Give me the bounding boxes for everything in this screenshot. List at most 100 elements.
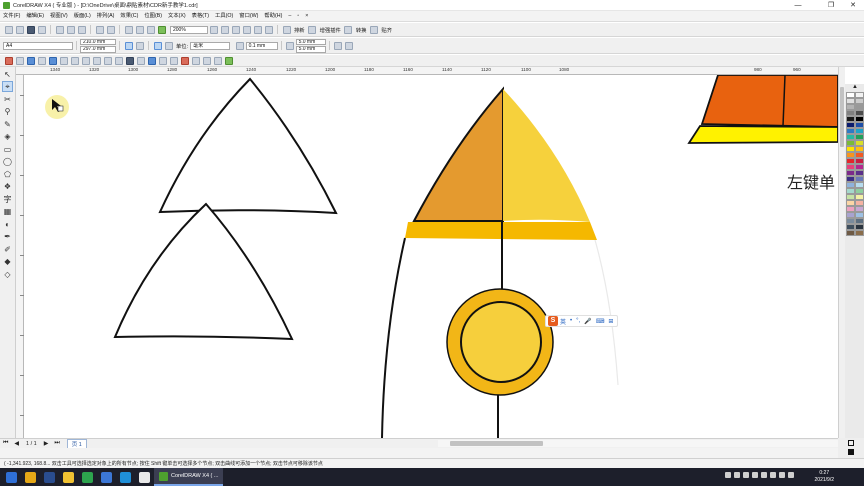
ime-voice-icon[interactable]: 🎤 — [584, 318, 591, 325]
redo-icon[interactable] — [106, 25, 115, 34]
plugin-icon-3[interactable] — [26, 56, 35, 65]
start-windows-icon[interactable] — [6, 471, 17, 483]
open-file-icon[interactable] — [15, 25, 24, 34]
tray-icon[interactable] — [779, 472, 785, 478]
export-icon[interactable] — [135, 25, 144, 34]
drawing-canvas[interactable]: S 英 • °, 🎤 ⌨ ⊞ 左键单 — [24, 75, 838, 438]
menu-arrange[interactable]: 排列(A) — [94, 11, 118, 22]
ime-language-toggle[interactable]: 英 — [560, 317, 566, 326]
plugin-newline-icon[interactable] — [282, 25, 291, 34]
rocket-porthole-glass[interactable] — [460, 301, 542, 383]
menu-effects[interactable]: 效果(C) — [117, 11, 141, 22]
edge-icon[interactable] — [120, 471, 131, 483]
menu-tools[interactable]: 工具(O) — [212, 11, 236, 22]
fill-outline-indicator[interactable] — [838, 438, 864, 458]
plugin-icon-17[interactable] — [180, 56, 189, 65]
paste-icon[interactable] — [77, 25, 86, 34]
vertical-scroll-thumb[interactable] — [840, 87, 844, 147]
paper-type-select[interactable]: A4 — [3, 41, 73, 50]
plugin-icon-20[interactable] — [213, 56, 222, 65]
enhance-plugin-icon[interactable] — [308, 25, 317, 34]
plugin-icon-7[interactable] — [70, 56, 79, 65]
close-button[interactable]: ✕ — [842, 0, 864, 11]
polygon-tool-icon[interactable]: ⬠ — [2, 169, 13, 180]
all-pages-icon[interactable] — [153, 41, 162, 50]
duplicate-y-field[interactable]: 5.0 mm — [295, 46, 326, 53]
units-select[interactable]: 毫米 — [190, 41, 231, 50]
ime-punct-icon[interactable]: • — [570, 318, 572, 324]
tray-icon[interactable] — [725, 472, 731, 478]
photoshop-icon[interactable] — [44, 471, 55, 483]
palette-swatch[interactable] — [855, 230, 864, 236]
minimize-button[interactable]: — — [787, 0, 809, 11]
plugin-icon-19[interactable] — [202, 56, 211, 65]
file-explorer-icon[interactable] — [63, 471, 74, 483]
plugin-icon-9[interactable] — [92, 56, 101, 65]
ime-toolbar[interactable]: S 英 • °, 🎤 ⌨ ⊞ — [545, 315, 619, 327]
treat-as-filled-icon[interactable] — [334, 41, 343, 50]
page-tab-1[interactable]: 页 1 — [66, 438, 87, 449]
notepad-icon[interactable] — [139, 471, 150, 483]
duplicate-x-field[interactable]: 5.0 mm — [295, 38, 326, 45]
taskbar-clock[interactable]: 0:27 2021/9/2 — [815, 470, 834, 484]
undo-icon[interactable] — [95, 25, 104, 34]
zoom-out-icon[interactable] — [220, 25, 229, 34]
menu-text[interactable]: 文本(X) — [165, 11, 189, 22]
tray-icon[interactable] — [743, 472, 749, 478]
application-launcher-icon[interactable] — [146, 25, 155, 34]
plugin-icon-18[interactable] — [191, 56, 200, 65]
rocket-nose-left[interactable] — [412, 86, 504, 222]
interactive-fill-tool-icon[interactable]: ◇ — [2, 269, 13, 280]
zoom-in-icon[interactable] — [209, 25, 218, 34]
ellipse-tool-icon[interactable]: ◯ — [2, 156, 13, 167]
tray-icon[interactable] — [752, 472, 758, 478]
plugin-icon-15[interactable] — [158, 56, 167, 65]
copy-icon[interactable] — [66, 25, 75, 34]
plugin-icon-2[interactable] — [15, 56, 24, 65]
rocket-body-left-edge[interactable] — [381, 237, 406, 438]
snap-icon[interactable] — [369, 25, 378, 34]
palette-swatch[interactable] — [846, 230, 855, 236]
prev-page-button[interactable]: ◀ — [14, 440, 19, 447]
snap-button[interactable]: 贴齐 — [381, 26, 392, 34]
menu-bitmaps[interactable]: 位图(B) — [141, 11, 165, 22]
paper-height-field[interactable]: 297.0 mm — [80, 46, 116, 53]
rectangle-tool-icon[interactable]: ▭ — [2, 144, 13, 155]
ime-keyboard-icon[interactable]: ⌨ — [596, 318, 605, 325]
horizontal-scrollbar[interactable] — [438, 440, 838, 447]
enhance-plugin-button[interactable]: 增强插件 — [320, 26, 341, 34]
plugin-icon-10[interactable] — [103, 56, 112, 65]
menu-view[interactable]: 视图(V) — [47, 11, 71, 22]
smart-fill-tool-icon[interactable]: ◈ — [2, 131, 13, 142]
plugin-icon-13[interactable] — [136, 56, 145, 65]
tray-icon[interactable] — [770, 472, 776, 478]
doc-minimize-button[interactable]: – — [285, 11, 294, 22]
fill-tool-icon[interactable]: ◆ — [2, 256, 13, 267]
ime-toolbox-icon[interactable]: ⊞ — [608, 318, 613, 325]
menu-window[interactable]: 窗口(W) — [236, 11, 261, 22]
zoom-height-icon[interactable] — [264, 25, 273, 34]
menu-table[interactable]: 表格(T) — [189, 11, 212, 22]
rounded-triangle-bottom[interactable] — [113, 202, 294, 341]
tray-icon[interactable] — [788, 472, 794, 478]
cut-icon[interactable] — [55, 25, 64, 34]
tray-icon[interactable] — [734, 472, 740, 478]
maximize-button[interactable]: ❐ — [820, 0, 842, 11]
last-page-button[interactable]: ⏭ — [54, 440, 59, 447]
palette-scroll-up-icon[interactable]: ▲ — [847, 84, 863, 90]
options-icon[interactable] — [345, 41, 354, 50]
text-tool-icon[interactable]: 字 — [2, 194, 13, 205]
first-page-button[interactable]: ⏮ — [3, 440, 8, 447]
plugin-icon-11[interactable] — [114, 56, 123, 65]
pick-tool-icon[interactable]: ↖ — [2, 69, 13, 80]
plugin-icon-21[interactable] — [224, 56, 233, 65]
portrait-icon[interactable] — [124, 41, 133, 50]
ime-fullwidth-icon[interactable]: °, — [576, 318, 580, 324]
doc-close-button[interactable]: × — [302, 11, 311, 22]
plugin-icon-8[interactable] — [81, 56, 90, 65]
shape-tool-icon[interactable]: ⌖ — [2, 81, 13, 92]
freehand-tool-icon[interactable]: ✎ — [2, 119, 13, 130]
plugin-newline-button[interactable]: 排新 — [294, 26, 305, 34]
menu-layout[interactable]: 版面(L) — [71, 11, 94, 22]
horizontal-scroll-thumb[interactable] — [450, 441, 543, 446]
